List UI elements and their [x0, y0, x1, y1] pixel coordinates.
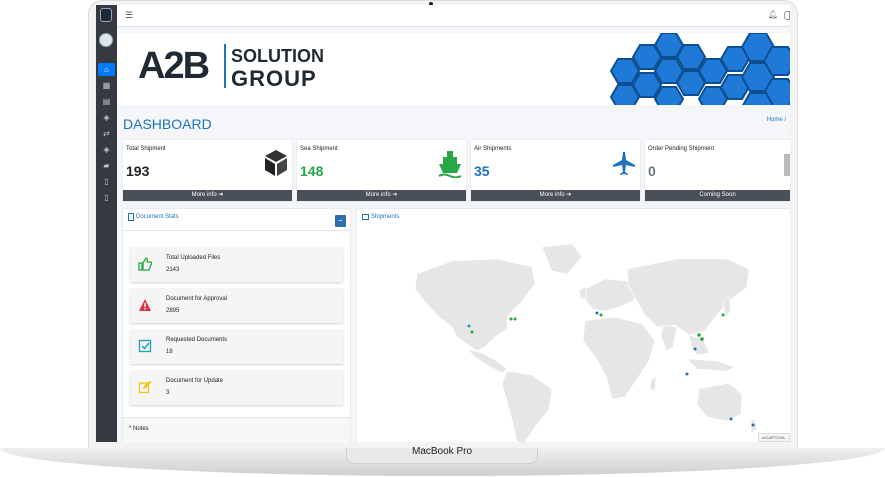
more-info-link[interactable]: More info ➔	[471, 190, 640, 201]
more-info-link[interactable]: More info ➔	[123, 190, 292, 201]
page-title: DASHBOARD	[123, 116, 212, 132]
shipments-map-panel: Shipments reCAPTCHA	[357, 209, 790, 442]
sidebar-item-document[interactable]: ▤	[98, 95, 115, 108]
file-icon: ▯	[104, 177, 109, 186]
check-square-icon	[138, 339, 152, 353]
doc-item-uploaded[interactable]: Total Uploaded Files 2143	[130, 247, 343, 282]
sidebar: ⌂ ▦ ▤ ◈ ⇄ ◈ ▰ ▯ ▯	[96, 5, 117, 442]
user-menu-icon[interactable]	[784, 11, 790, 20]
card-title: Total Shipment	[126, 146, 166, 152]
bell-icon[interactable]: 🔔︎	[768, 10, 778, 19]
card-value: 193	[126, 163, 150, 179]
coming-soon-label: Coming Soon	[645, 190, 790, 201]
device-model-label: MacBook Pro	[411, 446, 473, 457]
breadcrumb[interactable]: Home /	[767, 117, 786, 123]
doc-item-label: Total Uploaded Files	[166, 255, 221, 261]
document-stats-title: Document Stats	[136, 214, 179, 220]
doc-item-label: Document for Approval	[166, 296, 228, 302]
doc-item-label: Requested Documents	[166, 337, 228, 343]
top-navbar: ☰ 🔔︎	[117, 5, 790, 27]
card-total-shipment: Total Shipment 193 More info ➔	[123, 140, 292, 201]
card-value: 0	[648, 163, 656, 179]
doc-item-update[interactable]: Document for Update 3	[130, 370, 343, 405]
card-value: 148	[300, 163, 324, 179]
book-icon: ▯	[104, 193, 109, 202]
user-avatar[interactable]	[99, 33, 113, 47]
truck-icon: ▰	[103, 161, 110, 170]
card-title: Air Shipments	[474, 146, 512, 152]
laptop-frame: ⌂ ▦ ▤ ◈ ⇄ ◈ ▰ ▯ ▯ ☰ 🔔︎ A2B SOLUTION GROU…	[0, 0, 885, 477]
warning-icon	[139, 299, 151, 311]
sidebar-item-building[interactable]: ▦	[98, 79, 115, 92]
doc-item-value: 2143	[166, 267, 180, 273]
document-icon	[128, 213, 134, 221]
recaptcha-badge[interactable]: reCAPTCHA	[758, 433, 790, 442]
map-icon	[362, 214, 369, 220]
sidebar-item-file[interactable]: ▯	[98, 175, 115, 188]
doc-item-label: Document for Update	[166, 378, 224, 384]
layers-icon: ◈	[103, 113, 110, 122]
pending-icon	[784, 154, 790, 176]
sidebar-item-stack[interactable]: ◈	[98, 143, 115, 156]
collapse-button[interactable]: −	[335, 215, 346, 227]
company-logo-line2: GROUP	[231, 66, 317, 91]
stack-icon: ◈	[103, 145, 110, 154]
card-sea-shipment: Sea Shipment 148 More info ➔	[297, 140, 466, 201]
card-air-shipments: Air Shipments 35 More info ➔	[471, 140, 640, 201]
card-title: Order Pending Shipment	[648, 146, 715, 152]
shipments-title: Shipments	[371, 214, 400, 220]
plane-icon	[613, 152, 635, 175]
exchange-icon: ⇄	[103, 129, 110, 138]
world-map[interactable]	[357, 229, 790, 442]
edit-icon	[138, 380, 152, 394]
card-value: 35	[474, 163, 490, 179]
company-logo-line1: SOLUTION	[231, 46, 324, 66]
building-icon: ▦	[102, 81, 111, 90]
notes-section: * Notes	[123, 417, 350, 441]
logo-divider	[224, 44, 226, 88]
dashboard-icon: ⌂	[104, 65, 109, 74]
sidebar-item-dashboard[interactable]: ⌂	[98, 63, 115, 76]
sidebar-item-exchange[interactable]: ⇄	[98, 127, 115, 140]
more-info-link[interactable]: More info ➔	[297, 190, 466, 201]
ship-icon	[438, 151, 462, 178]
sidebar-item-layers[interactable]: ◈	[98, 111, 115, 124]
app-logo-icon[interactable]	[100, 8, 112, 22]
document-stats-header: Document Stats −	[123, 209, 350, 231]
notes-label: * Notes	[129, 426, 149, 432]
app-screen: ⌂ ▦ ▤ ◈ ⇄ ◈ ▰ ▯ ▯ ☰ 🔔︎ A2B SOLUTION GROU…	[96, 5, 790, 442]
doc-item-value: 18	[166, 349, 173, 355]
card-order-pending: Order Pending Shipment 0 Coming Soon	[645, 140, 790, 201]
company-banner: A2B SOLUTION GROUP	[117, 33, 790, 105]
box-icon	[265, 150, 287, 176]
doc-item-requested[interactable]: Requested Documents 18	[130, 329, 343, 364]
sidebar-item-truck[interactable]: ▰	[98, 159, 115, 172]
doc-item-value: 3	[166, 390, 170, 396]
company-logo-text: A2B	[138, 45, 210, 87]
document-stats-panel: Document Stats − Total Uploaded Files 21…	[123, 209, 350, 442]
document-icon: ▤	[102, 97, 111, 106]
card-title: Sea Shipment	[300, 146, 338, 152]
sidebar-item-book[interactable]: ▯	[98, 191, 115, 204]
doc-item-value: 2895	[166, 308, 180, 314]
hexagon-pattern-graphic	[610, 33, 790, 105]
doc-item-approval[interactable]: Document for Approval 2895	[130, 288, 343, 323]
hamburger-icon[interactable]: ☰	[125, 10, 133, 21]
thumbs-up-icon	[138, 257, 152, 271]
